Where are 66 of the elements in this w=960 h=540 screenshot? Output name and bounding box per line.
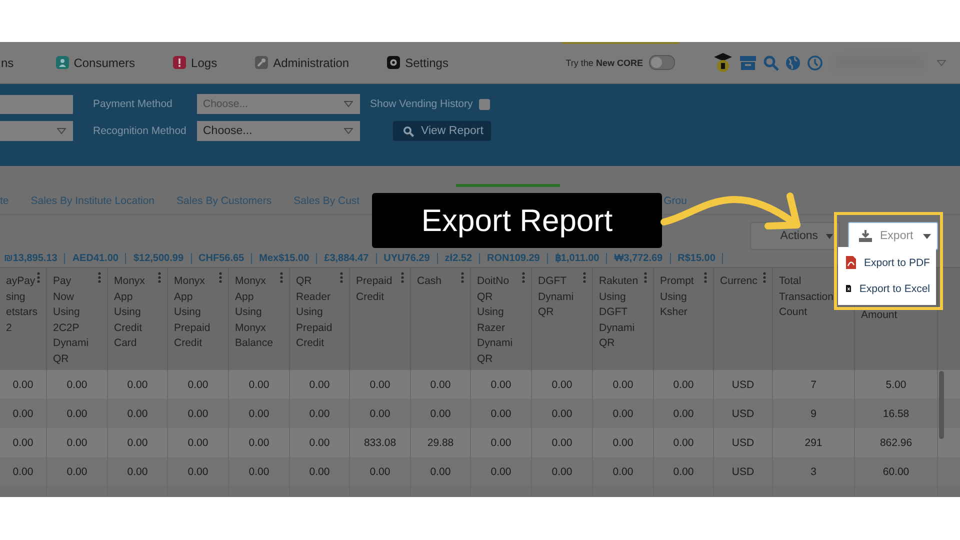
column-menu-icon[interactable] bbox=[522, 272, 525, 283]
report-tab[interactable]: Sales By Cust bbox=[292, 184, 362, 214]
spreadsheet-file-icon bbox=[846, 282, 852, 295]
report-tab[interactable]: te bbox=[0, 184, 11, 214]
search-icon[interactable] bbox=[763, 54, 779, 70]
nav-item[interactable]: Logs bbox=[173, 56, 218, 70]
currency-total: ₩3,772.69 bbox=[614, 253, 671, 264]
currency-total: zł2.52 bbox=[444, 253, 480, 264]
currency-total: $12,500.99 bbox=[133, 253, 192, 264]
column-menu-icon[interactable] bbox=[583, 272, 586, 283]
column-menu-icon[interactable] bbox=[37, 272, 40, 283]
search-icon bbox=[403, 126, 414, 136]
currency-total: CHF56.65 bbox=[198, 253, 252, 264]
caret-icon bbox=[344, 128, 353, 134]
column-menu-icon[interactable] bbox=[158, 272, 161, 283]
nav-item[interactable]: Administration bbox=[255, 56, 350, 70]
field-label: Show Vending History bbox=[370, 98, 473, 110]
clock-icon[interactable] bbox=[807, 54, 823, 70]
nav-item[interactable]: ns bbox=[1, 56, 14, 70]
recognition-method-select[interactable]: Choose... bbox=[197, 121, 360, 141]
currency-total: ₪13,895.13 bbox=[4, 253, 66, 264]
wrench-icon bbox=[255, 56, 268, 69]
store-icon[interactable] bbox=[739, 54, 757, 70]
graduation-cap-icon[interactable] bbox=[713, 52, 733, 74]
text-field[interactable] bbox=[0, 94, 73, 114]
column-menu-icon[interactable] bbox=[644, 272, 647, 283]
caret-icon bbox=[344, 101, 353, 107]
nav-item[interactable]: Settings bbox=[387, 56, 448, 70]
nav-item[interactable]: Consumers bbox=[56, 56, 136, 70]
currency-total: £3,884.47 bbox=[324, 253, 377, 264]
pdf-file-icon bbox=[846, 256, 856, 269]
callout-tooltip: Export Report bbox=[372, 193, 662, 248]
try-new-core-label: Try the New CORE bbox=[566, 58, 643, 68]
settings-icon bbox=[387, 56, 400, 69]
currency-total: ฿1,011.00 bbox=[554, 253, 608, 264]
report-tab[interactable]: Grou bbox=[662, 184, 689, 214]
column-menu-icon[interactable] bbox=[401, 272, 404, 283]
column-menu-icon[interactable] bbox=[704, 272, 707, 283]
alert-icon bbox=[173, 56, 186, 69]
caret-icon bbox=[826, 234, 833, 238]
column-menu-icon[interactable] bbox=[461, 272, 464, 283]
people-icon bbox=[56, 56, 69, 69]
currency-total: RON109.29 bbox=[487, 253, 548, 264]
report-tab[interactable]: Sales By Institute Location bbox=[28, 184, 157, 214]
caret-icon[interactable] bbox=[937, 60, 946, 66]
report-tab[interactable]: Sales By Customers bbox=[174, 184, 274, 214]
export-button[interactable]: Export bbox=[848, 222, 938, 250]
view-report-button[interactable]: View Report bbox=[393, 121, 492, 141]
currency-total: UYU76.29 bbox=[384, 253, 438, 264]
download-icon bbox=[859, 230, 872, 242]
column-menu-icon[interactable] bbox=[219, 272, 222, 283]
currency-total: Mex$15.00 bbox=[259, 253, 318, 264]
caret-icon bbox=[923, 234, 931, 238]
column-menu-icon[interactable] bbox=[763, 272, 766, 283]
column-menu-icon[interactable] bbox=[98, 272, 101, 283]
checkbox[interactable] bbox=[478, 98, 490, 110]
core-toggle[interactable] bbox=[649, 55, 675, 70]
caret-icon bbox=[57, 128, 66, 134]
field-label: Payment Method bbox=[93, 98, 174, 110]
column-menu-icon[interactable] bbox=[280, 272, 283, 283]
globe-icon[interactable] bbox=[785, 54, 801, 70]
currency-total: R$15.00 bbox=[678, 253, 724, 264]
scrollbar[interactable] bbox=[939, 371, 944, 439]
field-label: Recognition Method bbox=[93, 125, 188, 137]
column-menu-icon[interactable] bbox=[340, 272, 343, 283]
currency-total: AED41.00 bbox=[72, 253, 126, 264]
